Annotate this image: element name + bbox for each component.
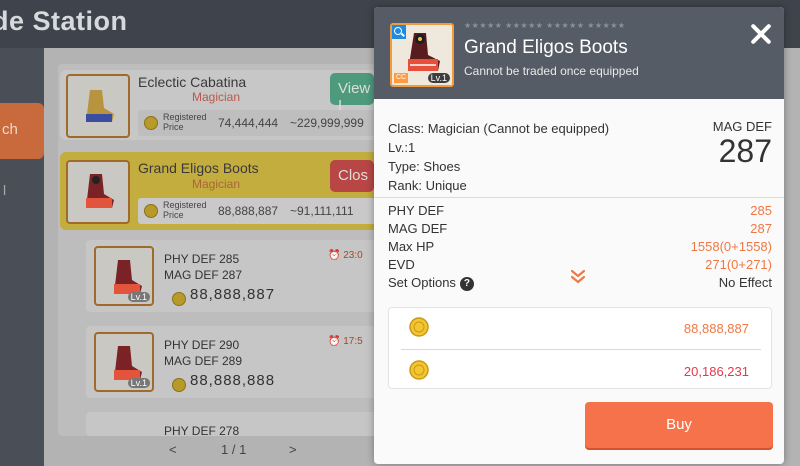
cc-badge: CC <box>394 73 408 83</box>
listing-price-box: Registered Price 88,888,887 ~91,111,111 <box>138 198 376 224</box>
stat-value: 271(0+271) <box>705 257 772 272</box>
chevron-down-icon[interactable] <box>570 269 586 285</box>
registered-price-label: Registered Price <box>163 112 207 132</box>
stat-key: Max HP <box>388 239 435 254</box>
sub-listing-price: 88,888,887 <box>190 286 276 303</box>
headline-stat-label: MAG DEF <box>712 119 772 134</box>
boots-icon <box>114 346 142 380</box>
item-info: Class: Magician (Cannot be equipped) Lv.… <box>388 119 609 195</box>
item-thumbnail: Lv.1 <box>94 246 154 306</box>
item-thumbnail <box>66 160 130 224</box>
boots-icon <box>86 174 114 208</box>
divider <box>401 349 761 350</box>
stat-key: PHY DEF <box>388 203 445 218</box>
listing-price: 74,444,444 <box>218 116 279 130</box>
item-rank: Rank: Unique <box>388 178 467 193</box>
sidebar-item[interactable]: l <box>3 182 6 198</box>
gold-coin-icon <box>409 360 429 380</box>
gold-coin-icon <box>172 378 186 392</box>
divider <box>374 197 784 198</box>
sidebar: ch l <box>0 48 44 466</box>
stat-key: EVD <box>388 257 415 272</box>
listing-name: Grand Eligos Boots <box>138 160 259 176</box>
prev-page-button[interactable]: < <box>169 442 177 457</box>
listing-price: 88,888,887 <box>218 204 279 218</box>
set-options-text: Set Options <box>388 275 456 290</box>
sidebar-tab-search[interactable]: ch <box>0 103 44 159</box>
page-indicator: 1 / 1 <box>221 442 247 457</box>
buy-button[interactable]: Buy <box>585 402 773 448</box>
stat-row: MAG DEF 287 <box>388 221 772 240</box>
listing-price-range: ~91,111,111 <box>290 204 354 218</box>
sub-listing-stat: PHY DEF 285 <box>164 252 240 266</box>
set-options-label: Set Options? <box>388 275 474 291</box>
item-thumbnail[interactable]: CC Lv.1 <box>390 23 454 87</box>
gold-coin-icon <box>144 204 158 218</box>
star-rating: ★★★★★ ★★★★★ ★★★★★ ★★★★★ <box>464 21 626 30</box>
gold-coin-icon <box>172 292 186 306</box>
sub-listing[interactable]: PHY DEF 278 <box>86 412 386 436</box>
listing-class: Magician <box>192 177 241 191</box>
time-text: 23:0 <box>343 250 363 261</box>
stat-row: PHY DEF 285 <box>388 203 772 222</box>
stat-value: 287 <box>750 221 772 236</box>
sub-listing-time: ⏰ 23:0 <box>328 250 363 261</box>
stat-key: MAG DEF <box>388 221 448 236</box>
registered-price-label: Registered Price <box>163 200 207 220</box>
view-button[interactable]: View I <box>330 73 374 114</box>
close-listing-button[interactable]: Clos <box>330 160 374 192</box>
sub-listing[interactable]: Lv.1 PHY DEF 285 MAG DEF 287 88,888,887 … <box>86 240 386 312</box>
popup-header: CC Lv.1 ★★★★★ ★★★★★ ★★★★★ ★★★★★ Grand El… <box>374 7 784 99</box>
time-text: 17:5 <box>343 336 363 347</box>
level-badge: Lv.1 <box>427 73 450 83</box>
price-line: 88,888,887 <box>399 313 761 343</box>
sub-listing-stat: MAG DEF 289 <box>164 354 243 368</box>
next-page-button[interactable]: > <box>289 442 297 457</box>
boots-icon <box>114 260 142 294</box>
sub-listing-stat: PHY DEF 290 <box>164 338 240 352</box>
sub-listing-time: ⏰ 17:5 <box>328 336 363 347</box>
item-class: Class: Magician (Cannot be equipped) <box>388 121 610 136</box>
headline-stat-value: 287 <box>718 133 772 169</box>
balance-value: 20,186,231 <box>683 364 749 379</box>
item-name: Grand Eligos Boots <box>464 37 628 58</box>
boots-icon <box>408 33 440 71</box>
sidebar-tab-label: ch <box>2 121 18 138</box>
item-detail-popup: CC Lv.1 ★★★★★ ★★★★★ ★★★★★ ★★★★★ Grand El… <box>374 7 784 464</box>
sub-listing-stat: MAG DEF 287 <box>164 268 243 282</box>
price-summary: 88,888,887 20,186,231 <box>388 307 772 389</box>
close-icon[interactable] <box>748 21 774 47</box>
shoes-icon <box>86 90 114 122</box>
item-thumbnail <box>66 74 130 138</box>
level-badge: Lv.1 <box>127 292 150 302</box>
stat-value: 1558(0+1558) <box>690 239 772 254</box>
price-line: 20,186,231 <box>399 356 761 386</box>
stat-row: Max HP 1558(0+1558) <box>388 239 772 258</box>
item-type: Type: Shoes <box>388 159 461 174</box>
listing-name: Eclectic Cabatina <box>138 74 247 90</box>
level-badge: Lv.1 <box>127 378 150 388</box>
window-title: de Station <box>0 6 128 36</box>
sub-listing[interactable]: Lv.1 PHY DEF 290 MAG DEF 289 88,888,888 … <box>86 326 386 398</box>
trade-restriction-note: Cannot be traded once equipped <box>464 64 639 78</box>
stat-value: 285 <box>750 203 772 218</box>
listing-price-range: ~229,999,999 <box>290 116 364 130</box>
sub-listing-price: 88,888,888 <box>190 372 276 389</box>
item-level: Lv.:1 <box>388 140 416 155</box>
help-icon[interactable]: ? <box>459 276 474 291</box>
listing-class: Magician <box>192 90 241 104</box>
gold-coin-icon <box>144 116 158 130</box>
item-thumbnail: Lv.1 <box>94 332 154 392</box>
gold-coin-icon <box>409 317 429 337</box>
set-options-value: No Effect <box>718 275 772 290</box>
price-value: 88,888,887 <box>683 321 749 336</box>
sub-listing-stat: PHY DEF 278 <box>164 424 240 436</box>
